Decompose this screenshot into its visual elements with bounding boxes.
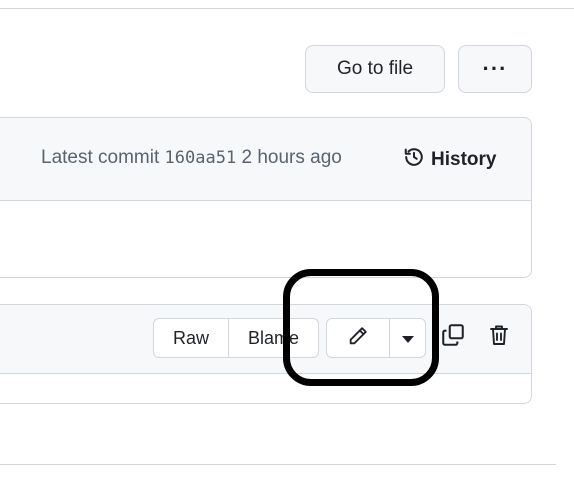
latest-commit-box: Latest commit 160aa51 2 hours ago Histor… — [0, 117, 532, 278]
trash-icon — [487, 322, 511, 353]
edit-group — [326, 318, 426, 358]
pencil-icon — [347, 325, 369, 352]
file-view: Go to file ··· Latest commit 160aa51 2 h… — [0, 0, 574, 494]
kebab-icon: ··· — [482, 56, 508, 81]
commit-sha-link[interactable]: 160aa51 — [165, 148, 237, 168]
raw-button[interactable]: Raw — [154, 319, 229, 357]
delete-file-button[interactable] — [483, 320, 515, 354]
copy-raw-button[interactable] — [437, 320, 469, 354]
history-label: History — [431, 149, 497, 170]
go-to-file-label: Go to file — [336, 58, 414, 79]
edit-file-button[interactable] — [327, 319, 390, 357]
more-options-button[interactable]: ··· — [458, 45, 532, 93]
triangle-down-icon — [401, 328, 415, 349]
edit-options-dropdown[interactable] — [390, 319, 425, 357]
commit-time: 2 hours ago — [241, 147, 342, 168]
bottom-divider — [0, 464, 556, 465]
blame-button[interactable]: Blame — [229, 319, 318, 357]
top-divider — [0, 0, 574, 9]
raw-label: Raw — [172, 327, 209, 348]
history-icon — [403, 146, 425, 174]
blame-label: Blame — [247, 327, 300, 348]
latest-commit-prefix: Latest commit — [41, 147, 160, 168]
raw-blame-group: Raw Blame — [153, 318, 319, 358]
latest-commit-header: Latest commit 160aa51 2 hours ago Histor… — [0, 118, 531, 201]
history-link[interactable]: History — [403, 146, 496, 174]
go-to-file-button[interactable]: Go to file — [305, 45, 445, 93]
copy-icon — [440, 322, 466, 353]
latest-commit-info: Latest commit 160aa51 2 hours ago — [41, 147, 342, 169]
